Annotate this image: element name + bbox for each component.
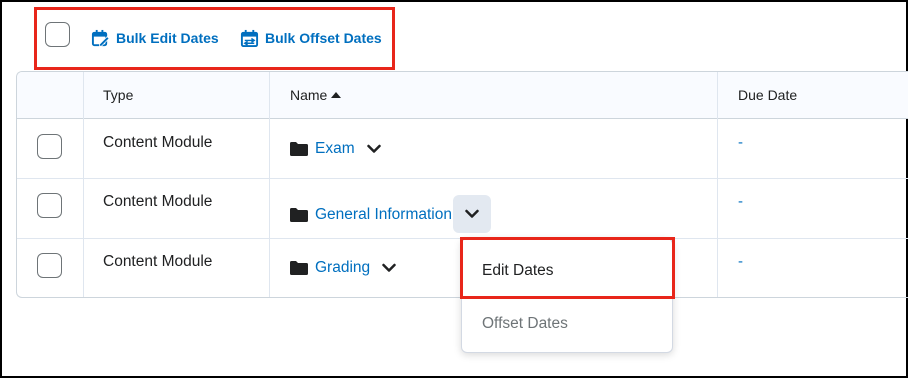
row-checkbox[interactable] <box>37 193 62 218</box>
column-header-due-date[interactable]: Due Date <box>738 87 797 103</box>
table-row: Content Module Exam - <box>17 120 908 180</box>
row-type: Content Module <box>103 134 213 151</box>
chevron-down-icon <box>382 263 396 272</box>
calendar-edit-icon <box>91 29 110 46</box>
row-name-cell: General Information <box>290 195 491 233</box>
menu-item-edit-dates[interactable]: Edit Dates <box>462 246 672 296</box>
menu-item-offset-dates[interactable]: Offset Dates <box>462 299 672 349</box>
folder-icon <box>290 208 308 222</box>
calendar-offset-icon <box>240 29 259 47</box>
row-due-date[interactable]: - <box>738 253 743 270</box>
row-type: Content Module <box>103 253 213 270</box>
row-due-date[interactable]: - <box>738 193 743 210</box>
context-menu-button[interactable] <box>363 138 385 160</box>
chevron-down-icon <box>366 144 381 153</box>
column-header-type[interactable]: Type <box>103 87 133 103</box>
module-name-link[interactable]: Grading <box>315 259 370 277</box>
bulk-edit-dates-button[interactable]: Bulk Edit Dates <box>91 27 219 49</box>
column-header-name[interactable]: Name <box>290 87 342 103</box>
row-checkbox[interactable] <box>37 253 62 278</box>
bulk-edit-dates-label: Bulk Edit Dates <box>116 30 219 46</box>
bulk-offset-dates-button[interactable]: Bulk Offset Dates <box>240 27 382 49</box>
folder-icon <box>290 261 308 275</box>
row-checkbox[interactable] <box>37 134 62 159</box>
context-menu-button[interactable] <box>378 257 400 279</box>
row-due-date[interactable]: - <box>738 134 743 151</box>
module-name-link[interactable]: Exam <box>315 140 355 158</box>
row-type: Content Module <box>103 193 213 210</box>
folder-icon <box>290 142 308 156</box>
row-name-cell: Grading <box>290 257 400 279</box>
table-row: Content Module General Information - <box>17 179 908 239</box>
select-all-checkbox[interactable] <box>45 22 70 47</box>
table-header: Type Name Due Date <box>17 72 908 119</box>
module-name-link[interactable]: General Information <box>315 206 452 224</box>
menu-separator <box>462 297 672 298</box>
column-header-name-label: Name <box>290 87 328 103</box>
context-menu-button[interactable] <box>453 195 491 233</box>
bulk-offset-dates-label: Bulk Offset Dates <box>265 30 382 46</box>
row-name-cell: Exam <box>290 138 385 160</box>
context-menu: Edit Dates Offset Dates <box>461 238 673 353</box>
sort-ascending-icon <box>331 92 342 98</box>
chevron-down-icon <box>465 209 479 218</box>
